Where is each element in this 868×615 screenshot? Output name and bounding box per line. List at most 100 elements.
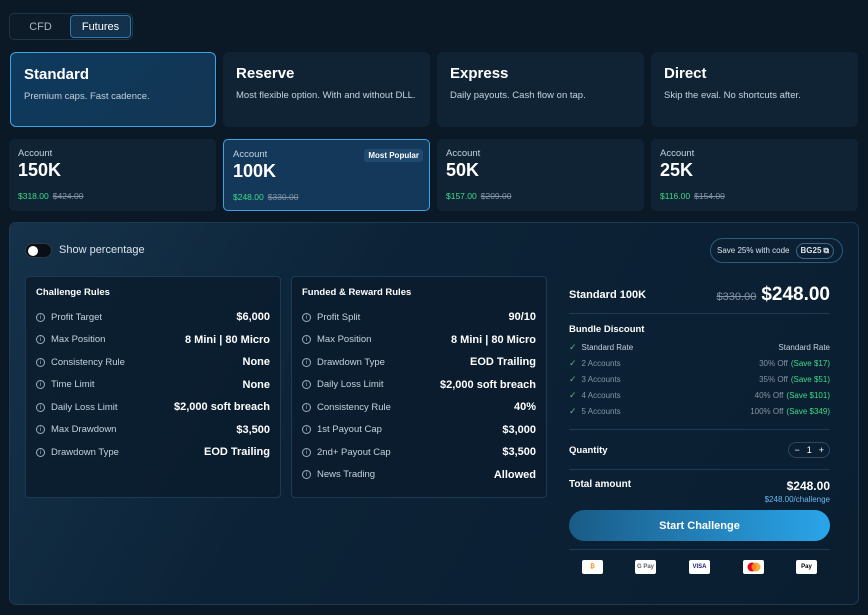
rule-row: i Drawdown Type EOD Trailing <box>36 441 270 464</box>
info-icon[interactable]: i <box>302 357 311 367</box>
rule-row: i Max Position 8 Mini | 80 Micro <box>302 329 536 352</box>
per-challenge: $248.00/challenge <box>764 495 830 504</box>
info-icon[interactable]: i <box>302 380 311 390</box>
bundle-option[interactable]: ✓ 3 Accounts 35% Off (Save $51) <box>569 371 830 387</box>
start-challenge-button[interactable]: Start Challenge <box>569 510 830 541</box>
account-old-price: $209.00 <box>480 191 512 201</box>
plan-card-express[interactable]: Express Daily payouts. Cash flow on tap. <box>437 52 644 127</box>
bundle-label: 5 Accounts <box>581 406 621 416</box>
rule-label: i News Trading <box>302 469 375 480</box>
bundle-option[interactable]: ✓ 5 Accounts 100% Off (Save $349) <box>569 403 830 419</box>
rule-row: i Max Position 8 Mini | 80 Micro <box>36 329 270 352</box>
visa-icon: VISA <box>689 560 710 574</box>
quantity-stepper[interactable]: − 1 + <box>788 442 830 458</box>
info-icon[interactable]: i <box>302 470 311 480</box>
most-popular-badge: Most Popular <box>364 149 423 162</box>
account-card-100k[interactable]: Account 100K Most Popular $248.00 $330.00 <box>223 139 430 211</box>
rule-row: i Time Limit None <box>36 374 270 397</box>
rule-label: i Daily Loss Limit <box>36 402 118 413</box>
rule-row: i Drawdown Type EOD Trailing <box>302 351 536 374</box>
plan-title: Reserve <box>236 65 295 82</box>
rule-label-text: Profit Split <box>317 311 361 323</box>
total-amount: $248.00 <box>786 479 830 493</box>
info-icon[interactable]: i <box>36 312 45 322</box>
rule-row: i Profit Split 90/10 <box>302 306 536 329</box>
rule-label-text: Profit Target <box>51 311 103 323</box>
info-icon[interactable]: i <box>36 380 45 390</box>
info-icon[interactable]: i <box>302 402 311 412</box>
funded-rules-card: Funded & Reward Rules i Profit Split 90/10… <box>291 276 547 498</box>
info-icon[interactable]: i <box>36 402 45 412</box>
rule-label-text: Daily Loss Limit <box>51 401 118 413</box>
account-old-price: $424.00 <box>52 191 84 201</box>
plan-title: Standard <box>24 66 90 83</box>
market-tabs: CFD Futures <box>9 13 133 40</box>
rule-label: i Max Drawdown <box>36 424 116 435</box>
rule-row: i Daily Loss Limit $2,000 soft breach <box>302 374 536 397</box>
info-icon[interactable]: i <box>302 312 311 322</box>
tab-futures[interactable]: Futures <box>70 15 131 38</box>
rule-label: i 1st Payout Cap <box>302 424 382 435</box>
bundle-label: 4 Accounts <box>581 390 621 400</box>
rule-row: i 1st Payout Cap $3,000 <box>302 419 536 442</box>
rule-value: 8 Mini | 80 Micro <box>451 333 536 346</box>
account-old-price: $154.00 <box>694 191 725 201</box>
info-icon[interactable]: i <box>36 425 45 435</box>
rule-value: 40% <box>513 401 536 414</box>
info-icon[interactable]: i <box>302 335 311 345</box>
bundle-savings: (Save $51) <box>790 374 830 384</box>
plan-card-standard[interactable]: Standard Premium caps. Fast cadence. <box>10 52 216 127</box>
rule-row: i Consistency Rule None <box>36 351 270 374</box>
account-card-150k[interactable]: Account 150K $318.00 $424.00 <box>9 139 216 211</box>
divider <box>569 549 830 550</box>
funded-rules-title: Funded & Reward Rules <box>302 287 412 298</box>
info-icon[interactable]: i <box>36 357 45 367</box>
rule-row: i Max Drawdown $3,500 <box>36 419 270 442</box>
info-icon[interactable]: i <box>36 447 45 457</box>
rule-label-text: 1st Payout Cap <box>317 424 382 436</box>
bundle-option[interactable]: ✓ 4 Accounts 40% Off (Save $101) <box>569 387 830 403</box>
info-icon[interactable]: i <box>36 335 45 345</box>
plus-icon[interactable]: + <box>819 445 824 455</box>
rule-row: i Profit Target $6,000 <box>36 306 270 329</box>
challenge-rules-title: Challenge Rules <box>36 287 110 298</box>
rule-label-text: Daily Loss Limit <box>317 379 384 391</box>
quantity-row: Quantity − 1 + <box>569 429 830 461</box>
bundle-label: 3 Accounts <box>581 374 621 384</box>
check-icon: ✓ <box>569 389 577 400</box>
rule-value: 90/10 <box>508 311 536 324</box>
rule-row: i 2nd+ Payout Cap $3,500 <box>302 441 536 464</box>
tab-cfd[interactable]: CFD <box>11 15 70 38</box>
rule-value: $3,500 <box>502 446 536 459</box>
rule-label: i Max Position <box>36 334 105 345</box>
minus-icon[interactable]: − <box>794 445 799 455</box>
product-name: Standard 100K <box>569 288 647 301</box>
account-card-50k[interactable]: Account 50K $157.00 $209.00 <box>437 139 644 211</box>
promo-code-pill[interactable]: Save 25% with code BG25 ⧉ <box>710 238 843 263</box>
account-card-25k[interactable]: Account 25K $116.00 $154.00 <box>651 139 858 211</box>
total-label: Total amount <box>569 479 632 490</box>
bundle-label: 2 Accounts <box>581 358 621 368</box>
promo-code-value: BG25 <box>800 246 822 255</box>
bundle-option[interactable]: ✓ 2 Accounts 30% Off (Save $17) <box>569 355 830 371</box>
rule-value: None <box>242 378 271 391</box>
show-percentage-toggle[interactable] <box>25 243 52 258</box>
account-size: 100K <box>233 161 277 181</box>
bundle-option[interactable]: ✓ Standard Rate Standard Rate <box>569 339 830 355</box>
account-size: 25K <box>660 160 694 180</box>
bitcoin-icon: ₿ <box>582 560 603 574</box>
challenge-rules-card: Challenge Rules i Profit Target $6,000 i Max… <box>25 276 281 498</box>
rule-label: i Drawdown Type <box>302 357 385 368</box>
plan-card-direct[interactable]: Direct Skip the eval. No shortcuts after… <box>651 52 858 127</box>
plan-card-reserve[interactable]: Reserve Most flexible option. With and w… <box>223 52 430 127</box>
rule-row: i Consistency Rule 40% <box>302 396 536 419</box>
bundle-value: 30% Off <box>759 358 788 368</box>
rule-value: None <box>242 356 271 369</box>
promo-code[interactable]: BG25 ⧉ <box>795 242 835 259</box>
rule-value: $2,000 soft breach <box>174 401 270 414</box>
rule-value: $3,500 <box>236 423 270 436</box>
info-icon[interactable]: i <box>302 425 311 435</box>
bundle-savings: (Save $349) <box>786 406 830 416</box>
info-icon[interactable]: i <box>302 447 311 457</box>
rule-value: $3,000 <box>502 423 536 436</box>
